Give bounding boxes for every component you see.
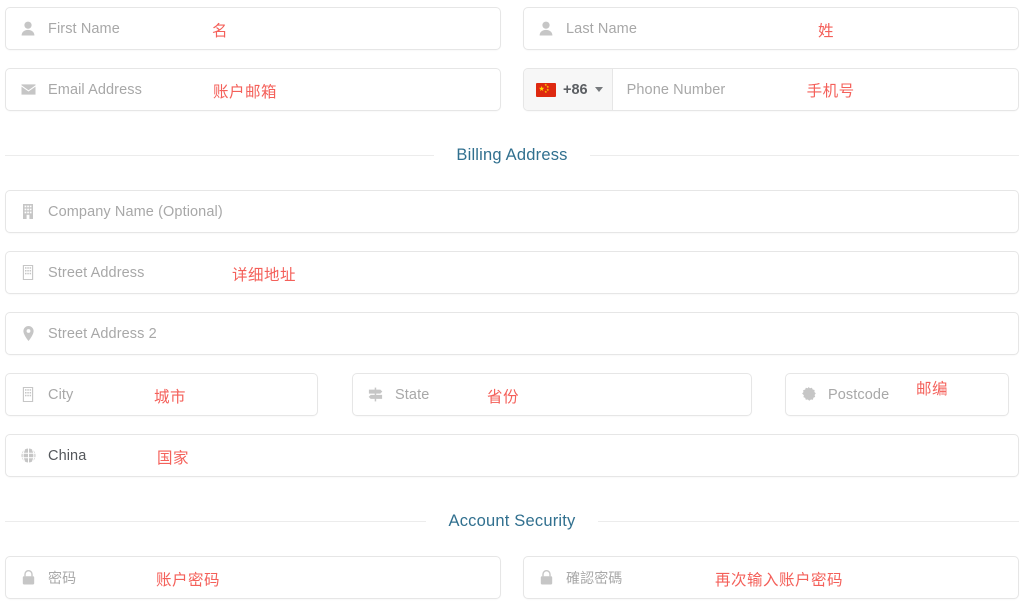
user-icon (538, 20, 554, 37)
password-field[interactable]: 密码 账户密码 (5, 556, 501, 599)
email-annotation: 账户邮箱 (213, 83, 278, 101)
building-icon (20, 203, 36, 220)
state-annotation: 省份 (487, 388, 520, 406)
country-value: China (48, 447, 87, 464)
building-outline-icon (20, 386, 36, 403)
password-row: 密码 账户密码 確認密碼 再次输入账户密码 (5, 556, 1019, 599)
china-flag-icon: ★ ★ ★ ★ ★ (536, 82, 556, 97)
first-name-annotation: 名 (212, 22, 229, 40)
street-address-2-placeholder: Street Address 2 (48, 325, 157, 342)
country-annotation: 国家 (157, 449, 190, 467)
email-placeholder: Email Address (48, 81, 142, 98)
billing-address-divider: Billing Address (5, 145, 1019, 165)
state-field[interactable]: State 省份 (352, 373, 752, 416)
street-address-placeholder: Street Address (48, 264, 145, 281)
name-row: First Name 名 Last Name 姓 (5, 7, 1019, 50)
city-annotation: 城市 (154, 388, 187, 406)
confirm-password-annotation: 再次输入账户密码 (715, 571, 844, 589)
seal-icon (800, 386, 816, 403)
city-state-postcode-row: City 城市 State 省份 Postcode 邮编 (5, 373, 1019, 416)
building-outline-icon (20, 264, 36, 281)
last-name-placeholder: Last Name (566, 20, 638, 37)
phone-field[interactable]: ★ ★ ★ ★ ★ +86 Phone Number 手机号 (523, 68, 1019, 111)
confirm-password-placeholder: 確認密碼 (566, 569, 623, 586)
country-code-select[interactable]: ★ ★ ★ ★ ★ +86 (524, 69, 613, 110)
country-code-value: +86 (563, 81, 588, 98)
envelope-icon (20, 81, 36, 98)
chevron-down-icon (594, 87, 603, 92)
contact-row: Email Address 账户邮箱 ★ ★ ★ ★ ★ +86 Phone Numb… (5, 68, 1019, 111)
lock-icon (538, 569, 554, 586)
password-annotation: 账户密码 (156, 571, 221, 589)
last-name-annotation: 姓 (818, 22, 835, 40)
billing-address-title: Billing Address (434, 145, 590, 165)
street-address-annotation: 详细地址 (232, 266, 297, 284)
phone-annotation: 手机号 (806, 82, 855, 100)
account-security-title: Account Security (426, 511, 598, 531)
confirm-password-field[interactable]: 確認密碼 再次输入账户密码 (523, 556, 1019, 599)
first-name-placeholder: First Name (48, 20, 120, 37)
postcode-annotation: 邮编 (916, 380, 949, 398)
globe-icon (20, 447, 36, 464)
company-name-field[interactable]: Company Name (Optional) (5, 190, 1019, 233)
last-name-field[interactable]: Last Name 姓 (523, 7, 1019, 50)
map-pin-icon (20, 325, 36, 342)
postcode-placeholder: Postcode (828, 386, 890, 403)
phone-input[interactable]: Phone Number 手机号 (613, 69, 1018, 110)
street-address-2-field[interactable]: Street Address 2 (5, 312, 1019, 355)
first-name-field[interactable]: First Name 名 (5, 7, 501, 50)
city-placeholder: City (48, 386, 74, 403)
state-placeholder: State (395, 386, 430, 403)
country-field[interactable]: China 国家 (5, 434, 1019, 477)
account-security-divider: Account Security (5, 511, 1019, 531)
lock-icon (20, 569, 36, 586)
company-name-placeholder: Company Name (Optional) (48, 203, 223, 220)
registration-form: First Name 名 Last Name 姓 Email Address 账… (0, 0, 1024, 607)
street-address-field[interactable]: Street Address 详细地址 (5, 251, 1019, 294)
city-field[interactable]: City 城市 (5, 373, 318, 416)
phone-placeholder: Phone Number (626, 81, 726, 98)
signpost-icon (367, 386, 383, 403)
postcode-field[interactable]: Postcode 邮编 (785, 373, 1009, 416)
user-icon (20, 20, 36, 37)
password-placeholder: 密码 (48, 569, 77, 586)
email-field[interactable]: Email Address 账户邮箱 (5, 68, 501, 111)
